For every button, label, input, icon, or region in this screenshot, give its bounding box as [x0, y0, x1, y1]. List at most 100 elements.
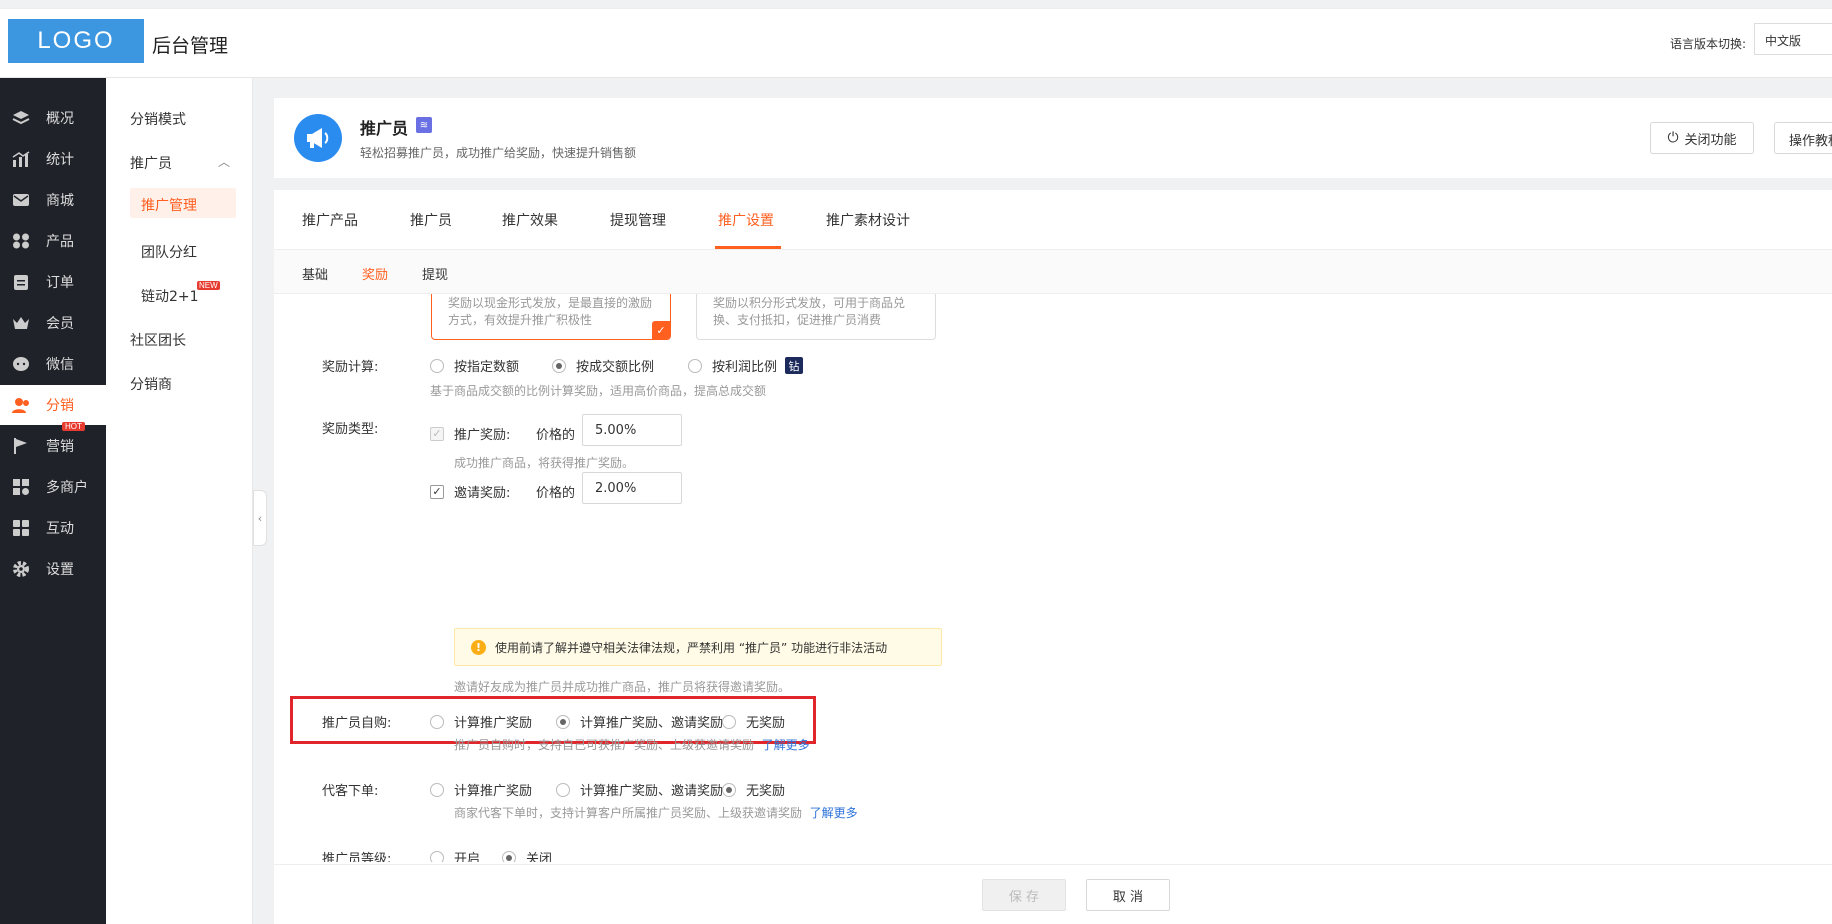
main-tabs: 推广产品 推广员 推广效果 提现管理 推广设置 推广素材设计 [274, 190, 1832, 250]
reward-form: 奖励以现金形式发放，是最直接的激励方式，有效提升推广积极性 ✓ 奖励以积分形式发… [274, 294, 1832, 862]
subnav-promoter-group[interactable]: 推广员 [130, 153, 172, 173]
sidebar-item-merchants[interactable]: 多商户 [0, 467, 106, 507]
radio-dot [430, 358, 444, 373]
cancel-button[interactable]: 取 消 [1086, 879, 1170, 911]
sidebar-item-label: 概况 [46, 111, 74, 127]
radio-label: 按利润比例 [712, 360, 778, 375]
sidebar-item-marketing[interactable]: 营销 HOT [0, 422, 106, 466]
language-select[interactable]: 中文版 [1754, 23, 1832, 55]
level-off-radio[interactable]: 关闭 [502, 848, 552, 862]
promo-reward-input[interactable]: 5.00% [582, 414, 682, 446]
radio-label: 按成交额比例 [576, 360, 655, 375]
radio-dot [722, 782, 736, 797]
radio-label: 计算推广奖励、邀请奖励 [580, 784, 724, 799]
chat-icon [10, 353, 32, 375]
proxy-none-radio[interactable]: 无奖励 [722, 780, 785, 799]
checkbox-check-icon: ✓ [430, 426, 444, 441]
sidebar-item-label: 产品 [46, 234, 74, 250]
points-reward-desc: 奖励以积分形式发放，可用于商品兑换、支付抵扣，促进推广员消费 [713, 296, 906, 327]
tab-promotion-material-design[interactable]: 推广素材设计 [826, 210, 910, 230]
form-footer: 保 存 取 消 [274, 864, 1832, 924]
primary-sidebar: 概况 统计 商城 产品 订单 会员 微信 分销 营销 HOT 多商户 互动 设置 [0, 78, 106, 924]
collapse-sidebar-button[interactable]: ‹ [253, 490, 267, 546]
invite-reward-checkbox[interactable]: ✓ 邀请奖励: [430, 482, 510, 501]
radio-dot [556, 714, 570, 729]
plugin-header-card: 推广员 ≋ 轻松招募推广员，成功推广给奖励，快速提升销售额 ⏻ 关闭功能 操作教… [274, 98, 1832, 178]
language-label: 语言版本切换: [1670, 37, 1747, 51]
tab-promoters[interactable]: 推广员 [410, 210, 452, 230]
diamond-badge: 钻 [785, 357, 804, 374]
subnav-team-dividend[interactable]: 团队分红 [141, 242, 197, 262]
sidebar-item-overview[interactable]: 概况 [0, 98, 106, 138]
tab-withdrawal-management[interactable]: 提现管理 [610, 210, 666, 230]
learn-more-link[interactable]: 了解更多 [810, 806, 858, 820]
sidebar-item-label: 会员 [46, 316, 74, 332]
level-on-radio[interactable]: 开启 [430, 848, 480, 862]
sidebar-item-orders[interactable]: 订单 [0, 262, 106, 302]
sidebar-item-label: 统计 [46, 152, 74, 168]
sidebar-item-wechat[interactable]: 微信 [0, 344, 106, 384]
grid-icon [10, 230, 32, 252]
sidebar-item-products[interactable]: 产品 [0, 221, 106, 261]
chart-icon [10, 148, 32, 170]
plugin-title: 推广员 [360, 119, 409, 138]
self-buy-hint: 推广员自购时，支持自己可获推广奖励、上级获邀请奖励 了解更多 [454, 736, 810, 753]
sidebar-item-interaction[interactable]: 互动 [0, 508, 106, 548]
learn-more-link[interactable]: 了解更多 [762, 738, 810, 752]
sidebar-item-settings[interactable]: 设置 [0, 549, 106, 589]
radio-label: 计算推广奖励、邀请奖励 [580, 716, 724, 731]
plugin-description: 轻松招募推广员，成功推广给奖励，快速提升销售额 [360, 146, 637, 160]
subtab-basic[interactable]: 基础 [302, 264, 328, 283]
store-icon [10, 476, 32, 498]
warning-text: 使用前请了解并遵守相关法律法规，严禁利用 “推广员” 功能进行非法活动 [495, 640, 888, 655]
promo-reward-checkbox[interactable]: ✓ 推广奖励: [430, 424, 510, 443]
tab-promotion-settings[interactable]: 推广设置 [718, 210, 774, 230]
proxy-promo-radio[interactable]: 计算推广奖励 [430, 780, 532, 799]
mail-icon [10, 189, 32, 211]
check-icon: ✓ [652, 321, 670, 339]
self-buy-none-radio[interactable]: 无奖励 [722, 712, 785, 731]
radio-label: 开启 [454, 852, 481, 862]
proxy-promo-invite-radio[interactable]: 计算推广奖励、邀请奖励 [556, 780, 723, 799]
sidebar-item-distribution[interactable]: 分销 [0, 385, 106, 425]
sidebar-item-stats[interactable]: 统计 [0, 139, 106, 179]
cash-reward-card[interactable]: 奖励以现金形式发放，是最直接的激励方式，有效提升推广积极性 ✓ [431, 294, 671, 340]
subnav-distributor[interactable]: 分销商 [130, 374, 172, 394]
self-buy-promo-invite-radio[interactable]: 计算推广奖励、邀请奖励 [556, 712, 723, 731]
warning-icon: ! [471, 639, 486, 655]
calc-sales-ratio-radio[interactable]: 按成交额比例 [552, 356, 654, 375]
chevron-up-icon[interactable]: ︿ [218, 153, 230, 170]
sidebar-item-mall[interactable]: 商城 [0, 180, 106, 220]
radio-label: 关闭 [526, 852, 553, 862]
subnav-promotion-management[interactable]: 推广管理 [130, 188, 236, 218]
subnav-distribution-mode[interactable]: 分销模式 [130, 109, 186, 129]
tutorial-button[interactable]: 操作教程 [1774, 122, 1832, 154]
points-reward-card[interactable]: 奖励以积分形式发放，可用于商品兑换、支付抵扣，促进推广员消费 [696, 294, 936, 340]
subtab-withdraw[interactable]: 提现 [422, 264, 448, 283]
sidebar-item-label: 营销 [46, 439, 74, 455]
save-button[interactable]: 保 存 [982, 879, 1066, 911]
subnav-chain-2plus1[interactable]: 链动2+1 NEW [141, 281, 220, 306]
invite-reward-input[interactable]: 2.00% [582, 472, 682, 504]
logo[interactable]: LOGO [8, 19, 144, 63]
flag-icon [10, 435, 32, 457]
calc-profit-ratio-radio[interactable]: 按利润比例钻 [688, 356, 804, 375]
sidebar-item-label: 分销 [46, 398, 74, 414]
subnav-community-leader[interactable]: 社区团长 [130, 330, 186, 350]
promo-reward-label: 推广奖励: [454, 428, 511, 443]
subtab-reward[interactable]: 奖励 [362, 264, 388, 283]
radio-dot [556, 782, 570, 797]
disable-feature-button[interactable]: ⏻ 关闭功能 [1650, 122, 1754, 154]
calc-fixed-radio[interactable]: 按指定数额 [430, 356, 519, 375]
power-icon: ⏻ [1667, 130, 1679, 146]
self-buy-promo-radio[interactable]: 计算推广奖励 [430, 712, 532, 731]
radio-dot [688, 358, 702, 373]
tab-promotion-effect[interactable]: 推广效果 [502, 210, 558, 230]
sidebar-item-members[interactable]: 会员 [0, 303, 106, 343]
radio-dot [430, 782, 444, 797]
self-buy-label: 推广员自购: [322, 716, 392, 731]
invite-reward-hint: 邀请好友成为推广员并成功推广商品，推广员将获得邀请奖励。 [454, 680, 791, 694]
tab-promoted-products[interactable]: 推广产品 [302, 210, 358, 230]
disable-feature-label: 关闭功能 [1684, 132, 1737, 148]
price-prefix: 价格的 [536, 428, 576, 443]
